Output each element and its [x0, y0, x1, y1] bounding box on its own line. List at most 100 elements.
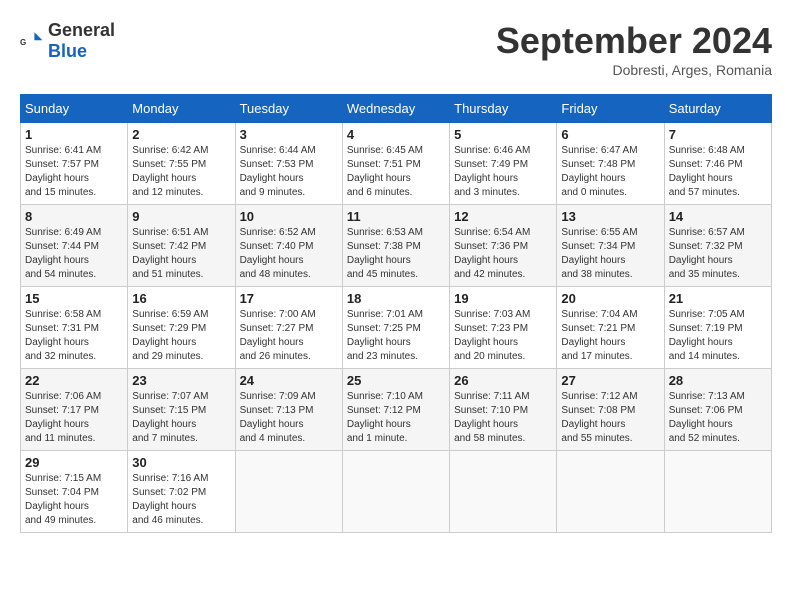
table-row: 2 Sunrise: 6:42 AMSunset: 7:55 PMDayligh… [128, 123, 235, 205]
day-info: Sunrise: 7:04 AMSunset: 7:21 PMDaylight … [561, 308, 659, 364]
day-info: Sunrise: 7:09 AMSunset: 7:13 PMDaylight … [240, 390, 338, 446]
day-number: 9 [132, 209, 230, 224]
table-row: 11 Sunrise: 6:53 AMSunset: 7:38 PMDaylig… [342, 205, 449, 287]
day-info: Sunrise: 6:46 AMSunset: 7:49 PMDaylight … [454, 144, 552, 200]
day-info: Sunrise: 7:12 AMSunset: 7:08 PMDaylight … [561, 390, 659, 446]
day-number: 14 [669, 209, 767, 224]
day-info: Sunrise: 7:05 AMSunset: 7:19 PMDaylight … [669, 308, 767, 364]
table-row: 15 Sunrise: 6:58 AMSunset: 7:31 PMDaylig… [21, 287, 128, 369]
day-info: Sunrise: 6:45 AMSunset: 7:51 PMDaylight … [347, 144, 445, 200]
day-info: Sunrise: 6:59 AMSunset: 7:29 PMDaylight … [132, 308, 230, 364]
col-sunday: Sunday [21, 95, 128, 123]
day-number: 1 [25, 127, 123, 142]
day-number: 3 [240, 127, 338, 142]
table-row: 7 Sunrise: 6:48 AMSunset: 7:46 PMDayligh… [664, 123, 771, 205]
day-number: 7 [669, 127, 767, 142]
header-row: Sunday Monday Tuesday Wednesday Thursday… [21, 95, 772, 123]
calendar-header: Sunday Monday Tuesday Wednesday Thursday… [21, 95, 772, 123]
table-row: 5 Sunrise: 6:46 AMSunset: 7:49 PMDayligh… [450, 123, 557, 205]
col-tuesday: Tuesday [235, 95, 342, 123]
table-row: 24 Sunrise: 7:09 AMSunset: 7:13 PMDaylig… [235, 369, 342, 451]
day-number: 8 [25, 209, 123, 224]
day-number: 17 [240, 291, 338, 306]
day-number: 4 [347, 127, 445, 142]
table-row: 30 Sunrise: 7:16 AMSunset: 7:02 PMDaylig… [128, 451, 235, 533]
day-number: 2 [132, 127, 230, 142]
table-row: 27 Sunrise: 7:12 AMSunset: 7:08 PMDaylig… [557, 369, 664, 451]
table-row: 21 Sunrise: 7:05 AMSunset: 7:19 PMDaylig… [664, 287, 771, 369]
table-row [342, 451, 449, 533]
day-number: 21 [669, 291, 767, 306]
location-subtitle: Dobresti, Arges, Romania [496, 62, 772, 78]
logo-blue: Blue [48, 41, 87, 61]
calendar-body: 1 Sunrise: 6:41 AMSunset: 7:57 PMDayligh… [21, 123, 772, 533]
logo-icon: G [20, 29, 44, 53]
day-info: Sunrise: 6:51 AMSunset: 7:42 PMDaylight … [132, 226, 230, 282]
calendar-table: Sunday Monday Tuesday Wednesday Thursday… [20, 94, 772, 533]
day-number: 26 [454, 373, 552, 388]
day-info: Sunrise: 6:42 AMSunset: 7:55 PMDaylight … [132, 144, 230, 200]
day-info: Sunrise: 7:15 AMSunset: 7:04 PMDaylight … [25, 472, 123, 528]
day-info: Sunrise: 6:49 AMSunset: 7:44 PMDaylight … [25, 226, 123, 282]
day-number: 16 [132, 291, 230, 306]
col-saturday: Saturday [664, 95, 771, 123]
calendar-week-4: 22 Sunrise: 7:06 AMSunset: 7:17 PMDaylig… [21, 369, 772, 451]
table-row: 25 Sunrise: 7:10 AMSunset: 7:12 PMDaylig… [342, 369, 449, 451]
day-number: 11 [347, 209, 445, 224]
svg-text:G: G [20, 38, 26, 47]
col-friday: Friday [557, 95, 664, 123]
table-row: 22 Sunrise: 7:06 AMSunset: 7:17 PMDaylig… [21, 369, 128, 451]
table-row [557, 451, 664, 533]
day-info: Sunrise: 7:06 AMSunset: 7:17 PMDaylight … [25, 390, 123, 446]
day-info: Sunrise: 7:03 AMSunset: 7:23 PMDaylight … [454, 308, 552, 364]
table-row: 18 Sunrise: 7:01 AMSunset: 7:25 PMDaylig… [342, 287, 449, 369]
col-thursday: Thursday [450, 95, 557, 123]
logo: G General Blue [20, 20, 115, 62]
day-info: Sunrise: 6:52 AMSunset: 7:40 PMDaylight … [240, 226, 338, 282]
table-row: 6 Sunrise: 6:47 AMSunset: 7:48 PMDayligh… [557, 123, 664, 205]
table-row: 3 Sunrise: 6:44 AMSunset: 7:53 PMDayligh… [235, 123, 342, 205]
table-row: 26 Sunrise: 7:11 AMSunset: 7:10 PMDaylig… [450, 369, 557, 451]
logo-general: General [48, 20, 115, 40]
day-number: 15 [25, 291, 123, 306]
calendar-week-5: 29 Sunrise: 7:15 AMSunset: 7:04 PMDaylig… [21, 451, 772, 533]
table-row: 20 Sunrise: 7:04 AMSunset: 7:21 PMDaylig… [557, 287, 664, 369]
day-number: 19 [454, 291, 552, 306]
day-number: 28 [669, 373, 767, 388]
table-row: 1 Sunrise: 6:41 AMSunset: 7:57 PMDayligh… [21, 123, 128, 205]
month-title: September 2024 [496, 20, 772, 62]
table-row: 17 Sunrise: 7:00 AMSunset: 7:27 PMDaylig… [235, 287, 342, 369]
day-number: 29 [25, 455, 123, 470]
table-row: 23 Sunrise: 7:07 AMSunset: 7:15 PMDaylig… [128, 369, 235, 451]
table-row: 28 Sunrise: 7:13 AMSunset: 7:06 PMDaylig… [664, 369, 771, 451]
table-row: 8 Sunrise: 6:49 AMSunset: 7:44 PMDayligh… [21, 205, 128, 287]
day-number: 30 [132, 455, 230, 470]
table-row: 13 Sunrise: 6:55 AMSunset: 7:34 PMDaylig… [557, 205, 664, 287]
header: G General Blue September 2024 Dobresti, … [20, 20, 772, 78]
day-number: 25 [347, 373, 445, 388]
day-number: 5 [454, 127, 552, 142]
day-info: Sunrise: 6:47 AMSunset: 7:48 PMDaylight … [561, 144, 659, 200]
day-info: Sunrise: 7:16 AMSunset: 7:02 PMDaylight … [132, 472, 230, 528]
table-row: 4 Sunrise: 6:45 AMSunset: 7:51 PMDayligh… [342, 123, 449, 205]
day-number: 10 [240, 209, 338, 224]
day-number: 22 [25, 373, 123, 388]
col-monday: Monday [128, 95, 235, 123]
day-info: Sunrise: 7:00 AMSunset: 7:27 PMDaylight … [240, 308, 338, 364]
table-row [664, 451, 771, 533]
table-row: 19 Sunrise: 7:03 AMSunset: 7:23 PMDaylig… [450, 287, 557, 369]
logo-text: General Blue [48, 20, 115, 62]
calendar-week-1: 1 Sunrise: 6:41 AMSunset: 7:57 PMDayligh… [21, 123, 772, 205]
table-row: 29 Sunrise: 7:15 AMSunset: 7:04 PMDaylig… [21, 451, 128, 533]
day-info: Sunrise: 7:01 AMSunset: 7:25 PMDaylight … [347, 308, 445, 364]
table-row [235, 451, 342, 533]
day-info: Sunrise: 6:44 AMSunset: 7:53 PMDaylight … [240, 144, 338, 200]
table-row: 10 Sunrise: 6:52 AMSunset: 7:40 PMDaylig… [235, 205, 342, 287]
table-row: 12 Sunrise: 6:54 AMSunset: 7:36 PMDaylig… [450, 205, 557, 287]
title-block: September 2024 Dobresti, Arges, Romania [496, 20, 772, 78]
day-number: 27 [561, 373, 659, 388]
table-row: 16 Sunrise: 6:59 AMSunset: 7:29 PMDaylig… [128, 287, 235, 369]
table-row [450, 451, 557, 533]
day-info: Sunrise: 7:10 AMSunset: 7:12 PMDaylight … [347, 390, 445, 446]
day-number: 24 [240, 373, 338, 388]
